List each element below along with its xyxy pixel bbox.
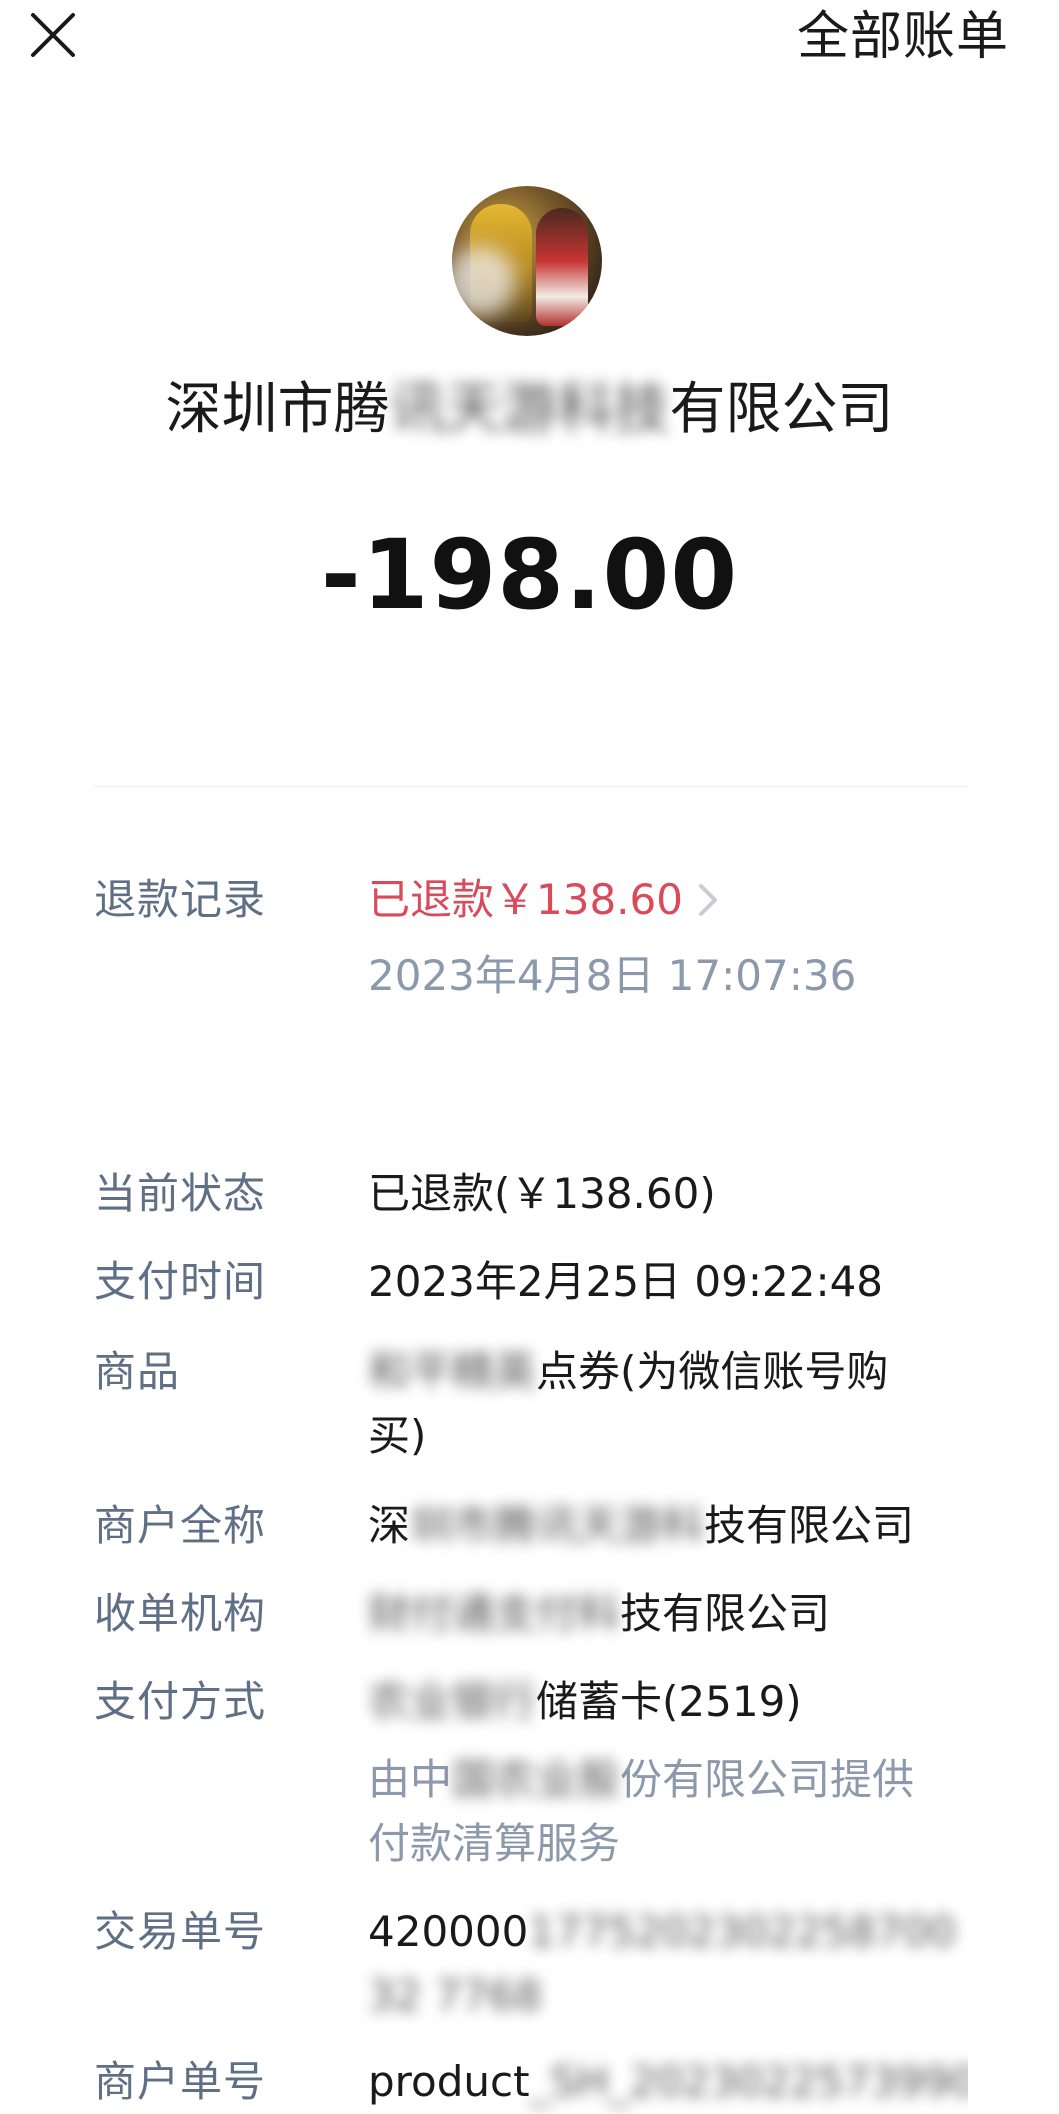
provider-prefix: 由中 <box>368 1755 453 1804</box>
merchant-full-name-value: 深圳市腾讯天游科技有限公司 <box>368 1494 968 1558</box>
refund-record-link[interactable]: 已退款￥138.60 <box>368 868 968 932</box>
transaction-amount: -198.00 <box>320 519 739 631</box>
pay-time-label: 支付时间 <box>94 1257 267 1306</box>
close-icon <box>31 13 75 57</box>
refund-status[interactable]: 已退款￥138.60 <box>368 875 683 924</box>
merchant-name: 深圳市腾讯天游科技有限公司 <box>0 370 1059 450</box>
acquirer-redacted: 财付通支付科 <box>368 1589 621 1638</box>
merchant-avatar <box>452 186 602 336</box>
acquirer-suffix: 技有限公司 <box>620 1589 831 1638</box>
acquirer-value: 财付通支付科技有限公司 <box>368 1582 968 1646</box>
payment-card: 储蓄卡(2519) <box>536 1677 802 1726</box>
product-name-redacted: 和平精英 <box>368 1347 537 1396</box>
merchant-name-redacted: 讯天游科技 <box>389 377 670 442</box>
merchant-name-start: 深圳市腾 <box>165 377 390 442</box>
current-status-label: 当前状态 <box>94 1169 267 1218</box>
refund-time: 2023年4月8日 17:07:36 <box>368 951 857 1000</box>
chevron-right-icon <box>698 883 717 916</box>
product-label: 商品 <box>94 1347 181 1396</box>
close-button[interactable] <box>28 10 78 60</box>
payment-provider-note: 由中国农业股份有限公司提供付款清算服务 <box>368 1748 948 1876</box>
all-bills-link[interactable]: 全部账单 <box>797 2 1009 72</box>
payment-bank-redacted: 农业银行 <box>368 1677 537 1726</box>
transaction-no-value: 420000177520230225870032 7768 <box>368 1900 968 2028</box>
acquirer-label: 收单机构 <box>94 1589 267 1638</box>
merchant-full-name-suffix: 技有限公司 <box>704 1501 915 1550</box>
merchant-full-name-label: 商户全称 <box>94 1501 267 1550</box>
payment-method-value: 农业银行储蓄卡(2519) <box>368 1670 968 1734</box>
merchant-order-no-value: product_SH_2023022573990 <box>368 2050 968 2114</box>
divider <box>94 786 968 787</box>
pay-time-value: 2023年2月25日 09:22:48 <box>368 1257 884 1306</box>
product-value: 和平精英点券(为微信账号购买) <box>368 1340 928 1468</box>
merchant-order-no-label: 商户单号 <box>94 2057 267 2106</box>
refund-record-label: 退款记录 <box>94 875 267 924</box>
provider-redacted: 国农业股 <box>452 1755 621 1804</box>
transaction-no-visible: 420000 <box>368 1907 529 1956</box>
transaction-no-label: 交易单号 <box>94 1907 267 1956</box>
merchant-full-name-prefix: 深 <box>368 1501 411 1550</box>
merchant-name-end: 有限公司 <box>669 377 894 442</box>
merchant-order-no-visible: product <box>368 2057 530 2106</box>
current-status-value: 已退款(￥138.60) <box>368 1169 716 1218</box>
payment-method-label: 支付方式 <box>94 1677 267 1726</box>
merchant-order-no-redacted: _SH_2023022573990 <box>529 2057 968 2106</box>
merchant-full-name-redacted: 圳市腾讯天游科 <box>410 1501 705 1550</box>
